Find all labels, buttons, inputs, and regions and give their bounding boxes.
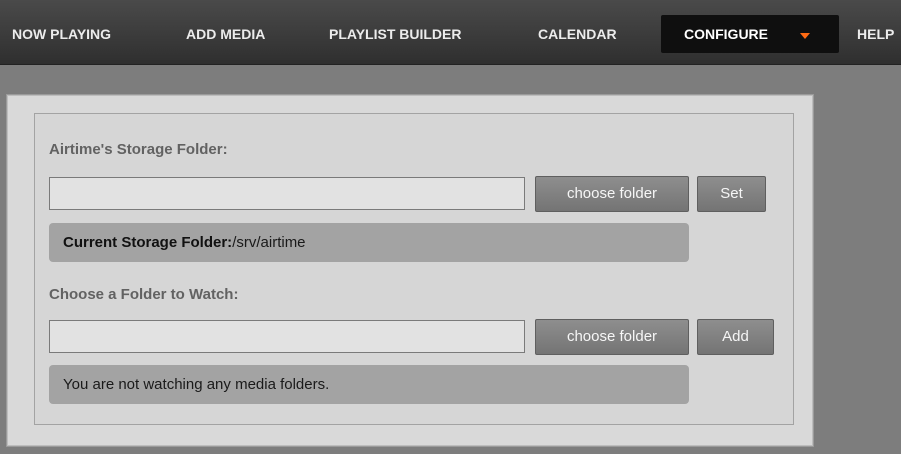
current-storage-folder-label: Current Storage Folder: [63, 234, 233, 251]
watch-status-box: You are not watching any media folders. [49, 365, 689, 404]
page-background-right [812, 65, 901, 454]
storage-set-button[interactable]: Set [697, 176, 766, 212]
nav-calendar[interactable]: CALENDAR [538, 26, 617, 42]
nav-configure[interactable]: CONFIGURE [661, 15, 839, 53]
storage-choose-folder-button[interactable]: choose folder [535, 176, 689, 212]
nav-help[interactable]: HELP [857, 26, 894, 42]
watch-folder-heading: Choose a Folder to Watch: [49, 286, 239, 303]
top-nav-bar: NOW PLAYING ADD MEDIA PLAYLIST BUILDER C… [0, 0, 901, 65]
watch-status-text: You are not watching any media folders. [63, 376, 330, 393]
storage-folder-heading: Airtime's Storage Folder: [49, 141, 228, 158]
storage-folder-input[interactable] [49, 177, 525, 210]
nav-add-media[interactable]: ADD MEDIA [186, 26, 265, 42]
current-storage-folder-box: Current Storage Folder:/srv/airtime [49, 223, 689, 262]
nav-playlist-builder[interactable]: PLAYLIST BUILDER [329, 26, 462, 42]
watch-choose-folder-button[interactable]: choose folder [535, 319, 689, 355]
nav-configure-label: CONFIGURE [684, 26, 768, 42]
watch-add-button[interactable]: Add [697, 319, 774, 355]
dropdown-caret-icon [800, 33, 810, 39]
nav-now-playing[interactable]: NOW PLAYING [12, 26, 111, 42]
watch-folder-input[interactable] [49, 320, 525, 353]
current-storage-folder-value: /srv/airtime [232, 234, 306, 251]
